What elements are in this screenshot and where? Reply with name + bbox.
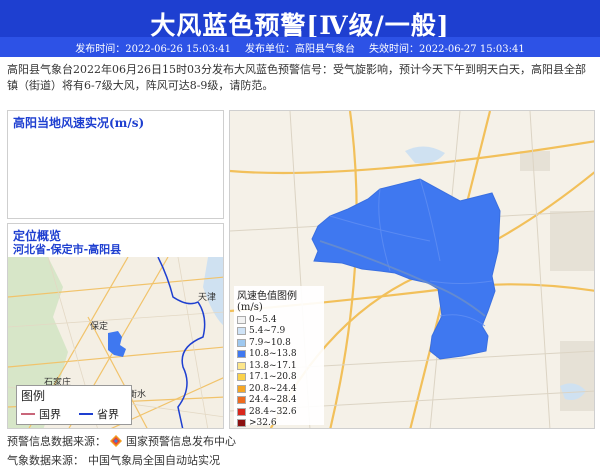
wind-legend-swatch [237,373,246,382]
wind-legend-item: 5.4~7.9 [234,326,324,338]
location-panel: 定位概览 河北省-保定市-高阳县 天津 保定 石家庄 衡水 图例 国界 省界 [7,223,224,429]
warning-source-link[interactable]: 国家预警信息发布中心 [126,433,236,449]
wind-legend-title: 风速色值图例 (m/s) [237,291,297,313]
wind-legend-swatch [237,338,246,347]
wind-legend-label: 7.9~10.8 [249,337,291,348]
wind-legend-swatch [237,396,246,405]
wind-legend-label: 10.8~13.8 [249,349,297,360]
expire-time: 失效时间：2022-06-27 15:03:41 [369,43,525,55]
warning-source-label: 预警信息数据来源： [7,435,106,448]
wind-legend-item: >32.6 [234,418,324,429]
legend-label: 国界 [39,408,61,421]
wind-legend-item: 20.8~24.4 [234,383,324,395]
overview-legend-title: 图例 [21,389,46,403]
warning-center-logo-icon [110,435,122,447]
wind-legend-swatch [237,361,246,370]
wind-legend-item: 7.9~10.8 [234,337,324,349]
wind-legend-item: 28.4~32.6 [234,406,324,418]
weather-source-line: 气象数据来源： 中国气象局全国自动站实况 [7,452,220,468]
legend-item-national-border: 国界 [21,406,61,422]
wind-legend-label: 20.8~24.4 [249,383,297,394]
wind-legend-label: 0~5.4 [249,314,277,325]
overview-legend: 图例 国界 省界 [16,385,132,425]
national-border-line-icon [21,413,35,415]
wind-legend-label: 17.1~20.8 [249,372,297,383]
wind-legend-item: 10.8~13.8 [234,349,324,361]
warning-source-line: 预警信息数据来源： 国家预警信息发布中心 [7,433,236,449]
legend-label: 省界 [97,408,119,421]
wind-legend-swatch [237,419,246,428]
wind-legend-swatch [237,315,246,324]
legend-item-province-border: 省界 [79,406,119,422]
wind-legend-swatch [237,384,246,393]
weather-source-label: 气象数据来源： [7,454,84,467]
wind-legend-item: 24.4~28.4 [234,395,324,407]
location-path: 河北省-保定市-高阳县 [13,243,122,256]
publish-time: 发布时间：2022-06-26 15:03:41 [75,43,231,55]
city-label-tianjin: 天津 [198,292,216,303]
publisher: 发布单位：高阳县气象台 [245,43,355,55]
wind-legend-item: 17.1~20.8 [234,372,324,384]
wind-legend-label: >32.6 [249,418,277,429]
wind-panel-title: 高阳当地风速实况(m/s) [13,116,145,130]
wind-legend-label: 28.4~32.6 [249,406,297,417]
wind-legend-item: 0~5.4 [234,314,324,326]
wind-legend-swatch [237,407,246,416]
wind-map-panel: 风速色值图例 (m/s) 0~5.4 5.4~7.9 7.9~10.8 10.8~13… [229,110,595,429]
warning-meta-bar: 发布时间：2022-06-26 15:03:41 发布单位：高阳县气象台 失效时… [0,37,600,57]
wind-legend-swatch [237,327,246,336]
wind-legend-label: 13.8~17.1 [249,360,297,371]
wind-color-legend: 风速色值图例 (m/s) 0~5.4 5.4~7.9 7.9~10.8 10.8~13… [234,286,324,428]
city-label-baoding: 保定 [90,320,108,332]
wind-speed-panel: 高阳当地风速实况(m/s) [7,110,224,219]
wind-legend-swatch [237,350,246,359]
wind-legend-label: 24.4~28.4 [249,395,297,406]
warning-header: 大风蓝色预警[Ⅳ级/一般] 发布时间：2022-06-26 15:03:41 发… [0,0,600,57]
wind-legend-label: 5.4~7.9 [249,326,286,337]
weather-source: 中国气象局全国自动站实况 [88,454,220,467]
warning-description: 高阳县气象台2022年06月26日15时03分发布大风蓝色预警信号：受气旋影响，… [7,63,586,92]
wind-legend-item: 13.8~17.1 [234,360,324,372]
province-border-line-icon [79,413,93,415]
